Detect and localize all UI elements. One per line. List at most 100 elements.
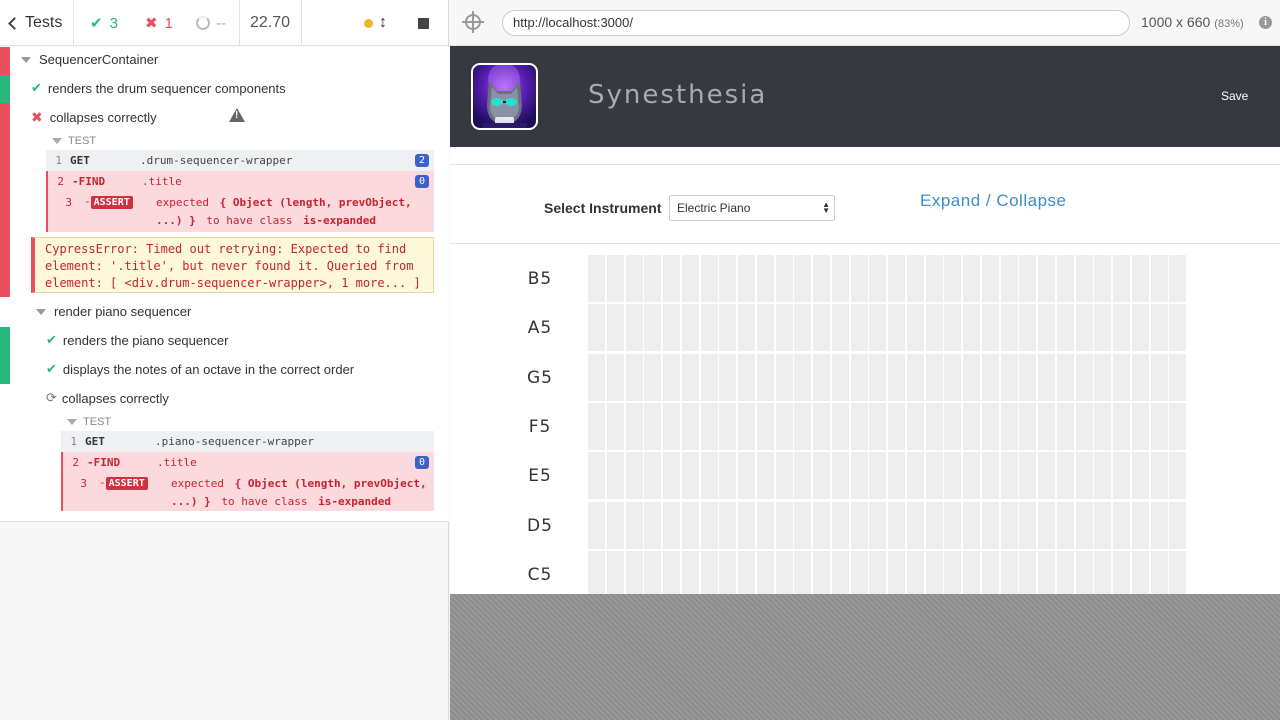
sequencer-step-cell[interactable] (794, 353, 812, 401)
sequencer-step-cell[interactable] (775, 353, 793, 401)
sequencer-step-cell[interactable] (1019, 550, 1037, 594)
url-input[interactable]: http://localhost:3000/ (502, 10, 1130, 36)
sequencer-step-cell[interactable] (738, 353, 755, 401)
sequencer-step-cell[interactable] (1150, 550, 1168, 594)
sequencer-step-cell[interactable] (1056, 304, 1074, 352)
sequencer-step-cell[interactable] (850, 452, 868, 500)
sequencer-step-cell[interactable] (888, 452, 905, 500)
command-row[interactable]: 3 - ASSERT expected { Object (length, pre… (46, 192, 434, 232)
sequencer-step-cell[interactable] (1150, 501, 1168, 549)
sequencer-step-cell[interactable] (944, 255, 962, 302)
command-row[interactable]: 2 -FIND .title 0 (61, 452, 434, 473)
sequencer-step-cell[interactable] (663, 550, 680, 594)
sequencer-step-cell[interactable] (1131, 402, 1149, 450)
sequencer-step-cell[interactable] (756, 550, 774, 594)
sequencer-step-cell[interactable] (700, 501, 718, 549)
sequencer-step-cell[interactable] (963, 550, 980, 594)
autoscroll-toggle-icon[interactable]: ↕ (379, 0, 387, 46)
sequencer-step-cell[interactable] (1038, 550, 1055, 594)
sequencer-step-cell[interactable] (1038, 402, 1055, 450)
sequencer-step-cell[interactable] (831, 353, 849, 401)
error-message[interactable]: CypressError: Timed out retrying: Expect… (31, 237, 434, 293)
sequencer-step-cell[interactable] (681, 353, 699, 401)
sequencer-step-cell[interactable] (1094, 501, 1112, 549)
test-renders-drum[interactable]: ✔ renders the drum sequencer components (31, 80, 286, 96)
sequencer-step-cell[interactable] (1094, 304, 1112, 352)
sequencer-step-cell[interactable] (1150, 353, 1168, 401)
sequencer-step-cell[interactable] (681, 304, 699, 352)
sequencer-step-cell[interactable] (944, 304, 962, 352)
sequencer-step-cell[interactable] (1113, 550, 1130, 594)
sequencer-step-cell[interactable] (888, 501, 905, 549)
sequencer-step-cell[interactable] (1169, 402, 1187, 450)
sequencer-step-cell[interactable] (1131, 550, 1149, 594)
sequencer-step-cell[interactable] (869, 550, 887, 594)
sequencer-step-cell[interactable] (944, 402, 962, 450)
sequencer-step-cell[interactable] (700, 452, 718, 500)
sequencer-step-cell[interactable] (963, 255, 980, 302)
sequencer-step-cell[interactable] (888, 353, 905, 401)
sequencer-step-cell[interactable] (813, 501, 830, 549)
sequencer-step-cell[interactable] (906, 402, 924, 450)
sequencer-step-cell[interactable] (775, 255, 793, 302)
sequencer-step-cell[interactable] (906, 255, 924, 302)
sequencer-step-cell[interactable] (869, 402, 887, 450)
sequencer-step-cell[interactable] (756, 501, 774, 549)
sequencer-step-cell[interactable] (1075, 550, 1093, 594)
sequencer-step-cell[interactable] (1094, 402, 1112, 450)
sequencer-step-cell[interactable] (719, 452, 737, 500)
sequencer-step-cell[interactable] (963, 452, 980, 500)
tests-button[interactable]: Tests (8, 0, 62, 46)
save-button[interactable]: Save (1221, 89, 1248, 103)
sequencer-step-cell[interactable] (1056, 452, 1074, 500)
sequencer-step-cell[interactable] (719, 353, 737, 401)
sequencer-step-cell[interactable] (644, 452, 662, 500)
sequencer-step-cell[interactable] (1131, 304, 1149, 352)
sequencer-step-cell[interactable] (850, 501, 868, 549)
sequencer-step-cell[interactable] (625, 304, 643, 352)
sequencer-step-cell[interactable] (1075, 402, 1093, 450)
sequencer-step-cell[interactable] (794, 402, 812, 450)
sequencer-step-cell[interactable] (738, 402, 755, 450)
sequencer-step-cell[interactable] (1056, 402, 1074, 450)
sequencer-step-cell[interactable] (681, 255, 699, 302)
sequencer-step-cell[interactable] (1038, 452, 1055, 500)
sequencer-step-cell[interactable] (944, 501, 962, 549)
sequencer-step-cell[interactable] (663, 501, 680, 549)
sequencer-step-cell[interactable] (850, 550, 868, 594)
sequencer-step-cell[interactable] (1038, 255, 1055, 302)
sequencer-step-cell[interactable] (1056, 501, 1074, 549)
sequencer-step-cell[interactable] (831, 255, 849, 302)
sequencer-step-cell[interactable] (831, 402, 849, 450)
sequencer-step-cell[interactable] (981, 550, 999, 594)
stop-button[interactable] (418, 0, 429, 46)
sequencer-step-cell[interactable] (831, 501, 849, 549)
selector-playground-crosshair-icon[interactable] (462, 11, 484, 33)
sequencer-step-cell[interactable] (1113, 255, 1130, 302)
sequencer-step-cell[interactable] (719, 402, 737, 450)
sequencer-step-cell[interactable] (813, 452, 830, 500)
sequencer-step-cell[interactable] (738, 452, 755, 500)
sequencer-step-cell[interactable] (925, 550, 943, 594)
sequencer-step-cell[interactable] (906, 550, 924, 594)
sequencer-step-cell[interactable] (925, 402, 943, 450)
sequencer-step-cell[interactable] (888, 402, 905, 450)
suite-sequencer-container[interactable]: SequencerContainer (21, 52, 158, 67)
sequencer-step-cell[interactable] (1019, 304, 1037, 352)
sequencer-step-cell[interactable] (888, 304, 905, 352)
sequencer-step-cell[interactable] (981, 255, 999, 302)
sequencer-step-cell[interactable] (644, 402, 662, 450)
sequencer-step-cell[interactable] (1131, 452, 1149, 500)
command-row[interactable]: 2 -FIND .title 0 (46, 171, 434, 192)
sequencer-step-cell[interactable] (1150, 452, 1168, 500)
sequencer-step-cell[interactable] (588, 255, 605, 302)
command-row[interactable]: 1 GET .piano-sequencer-wrapper (61, 431, 434, 452)
sequencer-step-cell[interactable] (681, 501, 699, 549)
sequencer-step-cell[interactable] (606, 550, 624, 594)
sequencer-step-cell[interactable] (831, 452, 849, 500)
sequencer-step-cell[interactable] (1075, 501, 1093, 549)
sequencer-step-cell[interactable] (869, 353, 887, 401)
sequencer-step-cell[interactable] (850, 304, 868, 352)
sequencer-step-cell[interactable] (813, 550, 830, 594)
sequencer-step-cell[interactable] (963, 353, 980, 401)
